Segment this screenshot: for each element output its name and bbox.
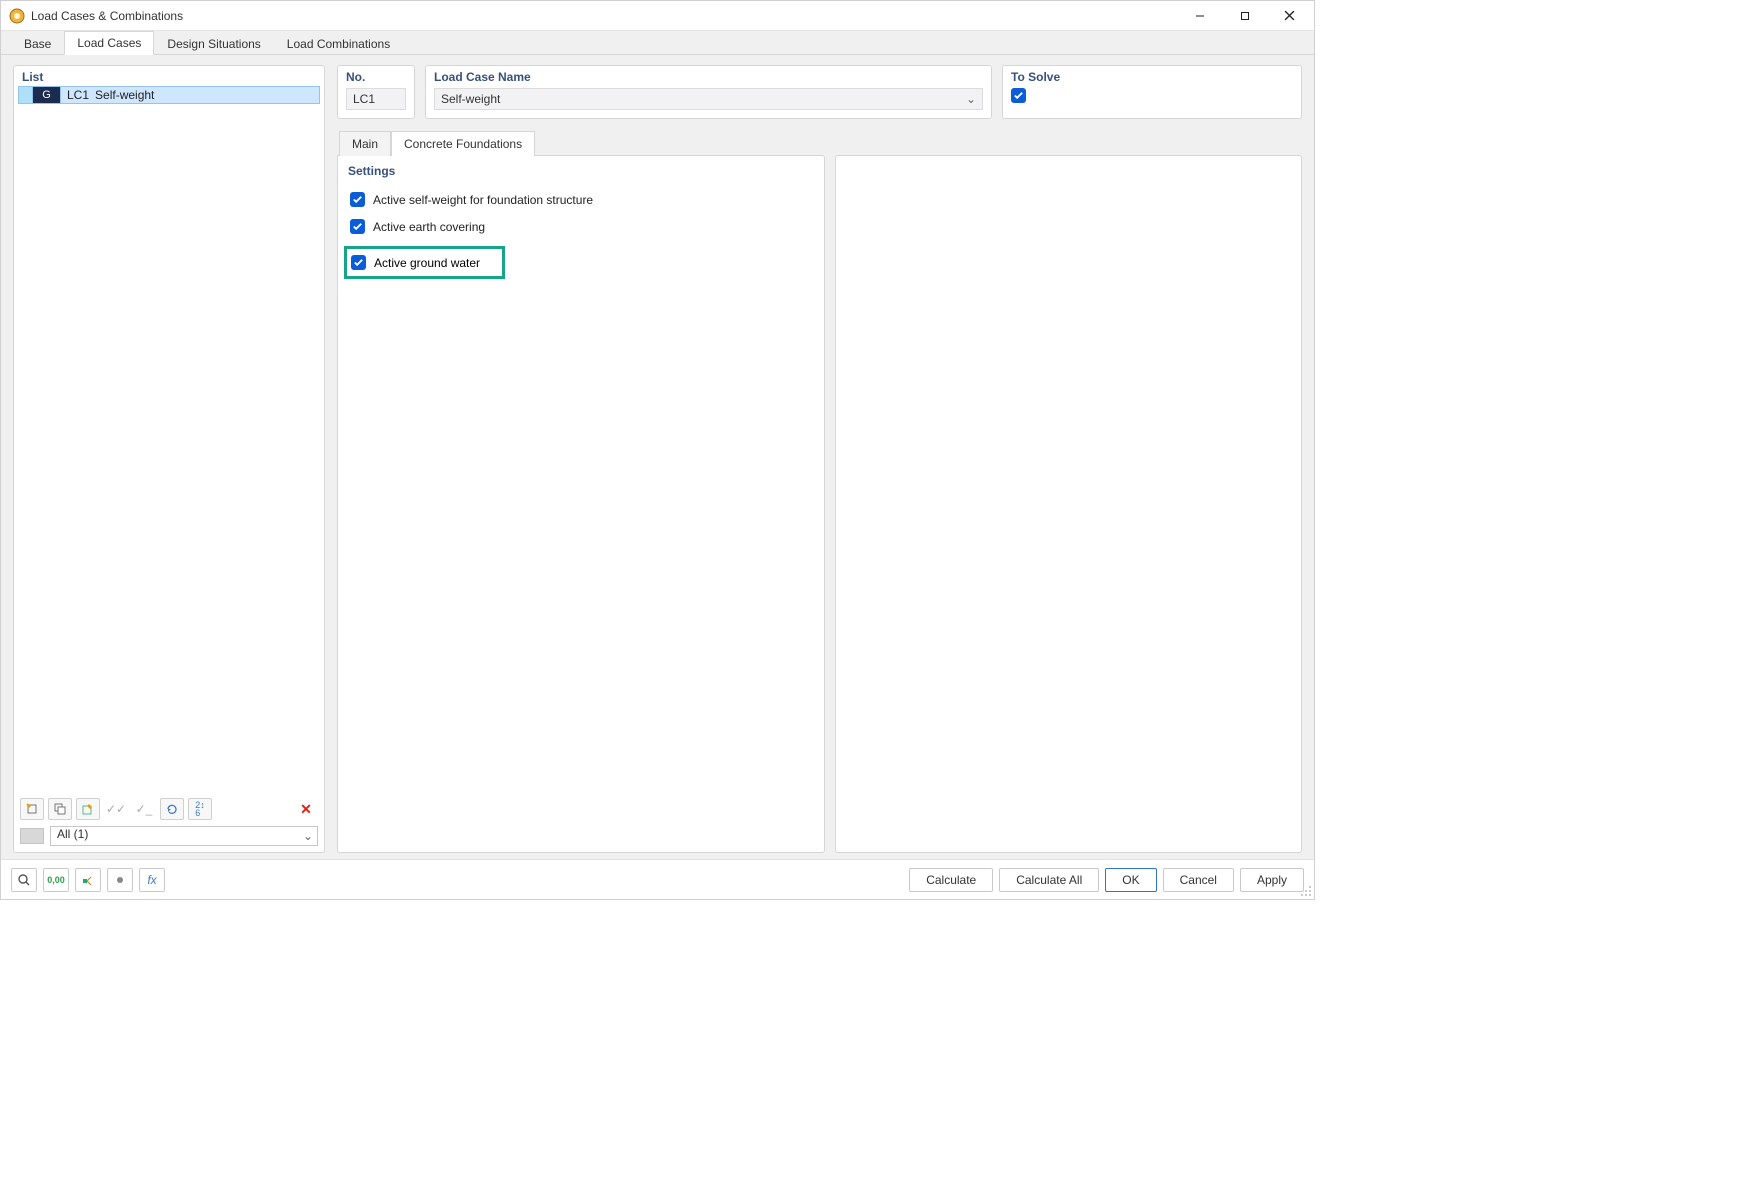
tab-main[interactable]: Main xyxy=(339,131,391,156)
name-box: Load Case Name Self-weight ⌄ xyxy=(425,65,992,119)
check-row-selfweight: Active self-weight for foundation struct… xyxy=(348,186,814,213)
resize-grip-icon[interactable] xyxy=(1300,885,1312,897)
name-value: Self-weight xyxy=(441,92,500,106)
list-toolbar: ✓✓ ✓_ 2↕6 ✕ xyxy=(14,794,324,824)
cancel-button[interactable]: Cancel xyxy=(1163,868,1234,892)
window-title: Load Cases & Combinations xyxy=(31,9,183,23)
solve-label: To Solve xyxy=(1011,70,1293,84)
tab-base[interactable]: Base xyxy=(11,32,64,55)
chevron-down-icon: ⌄ xyxy=(966,92,976,106)
tab-load-cases[interactable]: Load Cases xyxy=(64,31,154,55)
tab-concrete-foundations[interactable]: Concrete Foundations xyxy=(391,131,535,156)
tab-load-combinations[interactable]: Load Combinations xyxy=(274,32,403,55)
maximize-button[interactable] xyxy=(1222,2,1267,30)
no-input[interactable]: LC1 xyxy=(346,88,406,110)
main-tabs: Base Load Cases Design Situations Load C… xyxy=(1,31,1314,55)
no-box: No. LC1 xyxy=(337,65,415,119)
titlebar: Load Cases & Combinations xyxy=(1,1,1314,31)
chevron-down-icon: ⌄ xyxy=(303,829,313,843)
settings-columns: Settings Active self-weight for foundati… xyxy=(337,155,1302,853)
app-icon xyxy=(9,8,25,24)
detail-column: No. LC1 Load Case Name Self-weight ⌄ To … xyxy=(337,65,1302,853)
settings-title: Settings xyxy=(348,164,814,178)
check-row-groundwater-highlighted: Active ground water xyxy=(344,246,505,279)
list-item-code: LC1 xyxy=(61,88,95,102)
checkbox-groundwater[interactable] xyxy=(351,255,366,270)
list-item-color-swatch xyxy=(19,87,33,103)
checkall-button[interactable]: ✓✓ xyxy=(104,798,128,820)
name-input[interactable]: Self-weight ⌄ xyxy=(434,88,983,110)
filter-select-value: All (1) xyxy=(57,827,88,841)
ok-button[interactable]: OK xyxy=(1105,868,1156,892)
dialog-window: Load Cases & Combinations Base Load Case… xyxy=(0,0,1315,900)
label-earth: Active earth covering xyxy=(373,220,485,234)
list-filter-row: All (1) ⌄ xyxy=(14,824,324,852)
tab-design-situations[interactable]: Design Situations xyxy=(154,32,273,55)
search-icon-button[interactable] xyxy=(11,868,37,892)
delete-button[interactable]: ✕ xyxy=(294,798,318,820)
list-panel: List G LC1 Self-weight ✓✓ ✓_ 2↕6 ✕ xyxy=(13,65,325,853)
list-item-category-badge: G xyxy=(33,87,61,103)
checkbox-earth[interactable] xyxy=(350,219,365,234)
no-value: LC1 xyxy=(353,92,375,106)
uncheckall-button[interactable]: ✓_ xyxy=(132,798,156,820)
solve-checkbox[interactable] xyxy=(1011,88,1026,103)
settings-panel: Settings Active self-weight for foundati… xyxy=(337,155,825,853)
label-groundwater: Active ground water xyxy=(374,256,480,270)
refresh-button[interactable] xyxy=(160,798,184,820)
dialog-body: List G LC1 Self-weight ✓✓ ✓_ 2↕6 ✕ xyxy=(1,55,1314,859)
minimize-button[interactable] xyxy=(1177,2,1222,30)
filter-color-swatch[interactable] xyxy=(20,828,44,844)
copy-item-button[interactable] xyxy=(48,798,72,820)
list-header: List xyxy=(14,66,324,86)
settings-panel-right-empty xyxy=(835,155,1303,853)
calculate-button[interactable]: Calculate xyxy=(909,868,993,892)
record-icon-button[interactable] xyxy=(107,868,133,892)
no-label: No. xyxy=(346,70,406,84)
close-button[interactable] xyxy=(1267,2,1312,30)
check-row-earth: Active earth covering xyxy=(348,213,814,240)
apply-button[interactable]: Apply xyxy=(1240,868,1304,892)
edit-item-button[interactable] xyxy=(76,798,100,820)
detail-content: Main Concrete Foundations Settings Activ… xyxy=(337,129,1302,853)
dialog-footer: 0,00 fx Calculate Calculate All OK Cance… xyxy=(1,859,1314,899)
label-selfweight: Active self-weight for foundation struct… xyxy=(373,193,593,207)
name-label: Load Case Name xyxy=(434,70,983,84)
filter-select[interactable]: All (1) ⌄ xyxy=(50,826,318,846)
calculate-all-button[interactable]: Calculate All xyxy=(999,868,1099,892)
renumber-button[interactable]: 2↕6 xyxy=(188,798,212,820)
new-item-button[interactable] xyxy=(20,798,44,820)
detail-header-row: No. LC1 Load Case Name Self-weight ⌄ To … xyxy=(337,65,1302,119)
list-item[interactable]: G LC1 Self-weight xyxy=(18,86,320,104)
checkbox-selfweight[interactable] xyxy=(350,192,365,207)
list-body-empty xyxy=(14,104,324,794)
function-icon-button[interactable]: fx xyxy=(139,868,165,892)
units-icon-button[interactable]: 0,00 xyxy=(43,868,69,892)
tree-icon-button[interactable] xyxy=(75,868,101,892)
list-item-name: Self-weight xyxy=(95,88,160,102)
solve-box: To Solve xyxy=(1002,65,1302,119)
detail-tabs: Main Concrete Foundations xyxy=(337,129,1302,155)
